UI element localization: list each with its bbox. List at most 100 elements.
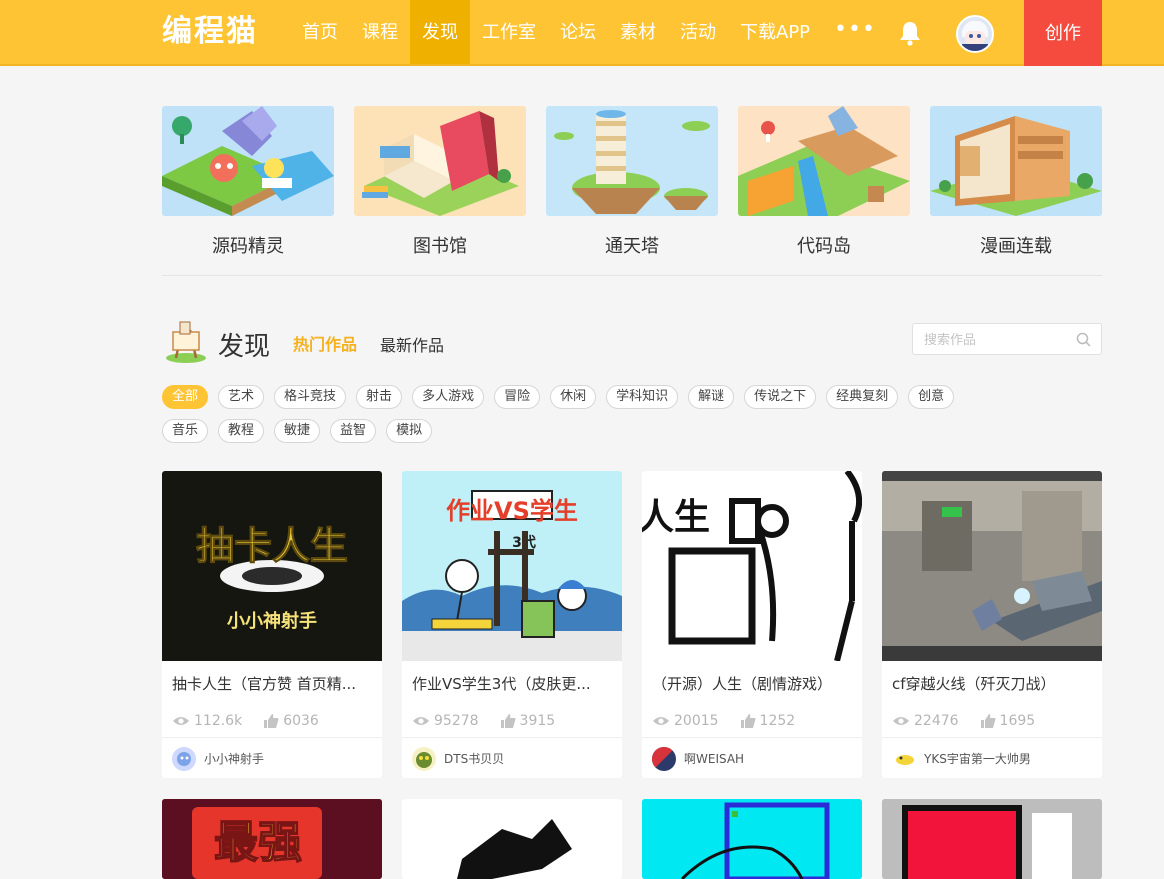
tag-tags_row2-4[interactable]: 模拟 — [386, 419, 433, 443]
feature-library[interactable]: 图书馆 — [354, 106, 526, 258]
work-stats: 95278 3915 — [402, 697, 622, 737]
feature-babel-tower[interactable]: 通天塔 — [546, 106, 718, 258]
nav-studio[interactable]: 工作室 — [470, 0, 548, 64]
work-thumbnail[interactable]: 人生 — [642, 471, 862, 661]
work-thumbnail[interactable] — [882, 471, 1102, 661]
feature-source-sprite[interactable]: 源码精灵 — [162, 106, 334, 258]
search-icon[interactable] — [1076, 332, 1091, 347]
view-count: 112.6k — [194, 713, 243, 729]
author-avatar[interactable] — [412, 746, 436, 771]
work-title[interactable]: 抽卡人生（官方赞 首页精... — [162, 661, 382, 697]
tag-tags_row1-9[interactable]: 传说之下 — [744, 385, 817, 409]
nav-download-app[interactable]: 下载APP — [728, 0, 822, 64]
tab-hot-works[interactable]: 热门作品 — [293, 331, 357, 355]
tag-tags_row2-3[interactable]: 益智 — [330, 419, 377, 443]
tag-tags_row1-3[interactable]: 射击 — [356, 385, 403, 409]
feature-label: 图书馆 — [413, 236, 467, 257]
eye-icon — [893, 717, 909, 725]
work-author[interactable]: 小小神射手 — [162, 737, 382, 778]
author-avatar[interactable] — [892, 746, 916, 771]
work-card[interactable]: 作业VS学生 3代 作业VS学生3代（皮肤更... 95278 3915 DTS… — [402, 471, 622, 778]
work-thumbnail[interactable] — [882, 799, 1102, 879]
tag-tags_row1-4[interactable]: 多人游戏 — [412, 385, 485, 409]
main-nav: 首页 课程 发现 工作室 论坛 素材 活动 下载APP ••• — [290, 0, 888, 64]
tag-row: 全部 艺术 格斗竞技 射击 多人游戏 冒险 休闲 学科知识 解谜 传说之下 经典复刻 创意 — [162, 385, 1062, 409]
tag-tags_row1-7[interactable]: 学科知识 — [606, 385, 679, 409]
author-avatar[interactable] — [172, 746, 196, 771]
work-card[interactable]: cf穿越火线（歼灭刀战） 22476 1695 YKS宇宙第一大帅男 — [882, 471, 1102, 778]
eye-icon — [413, 717, 429, 725]
view-count: 22476 — [914, 713, 959, 729]
work-card[interactable]: 人生 （开源）人生（剧情游戏） 20015 1252 啊WEISAH — [642, 471, 862, 778]
tag-tags_row2-1[interactable]: 教程 — [218, 419, 265, 443]
tag-tags_row1-10[interactable]: 经典复刻 — [826, 385, 899, 409]
feature-image — [546, 106, 718, 216]
more-icon[interactable]: ••• — [822, 0, 888, 64]
work-title[interactable]: cf穿越火线（歼灭刀战） — [882, 661, 1102, 697]
work-card[interactable]: 抽卡人生 小小神射手 抽卡人生（官方赞 首页精... 112.6k 6036 小… — [162, 471, 382, 778]
user-avatar[interactable] — [956, 15, 994, 53]
feature-image — [738, 106, 910, 216]
easel-icon — [166, 321, 206, 363]
category-tags: 全部 艺术 格斗竞技 射击 多人游戏 冒险 休闲 学科知识 解谜 传说之下 经典复刻 创意 音乐 教程敏… — [162, 385, 1062, 453]
tag-tags_row2-2[interactable]: 敏捷 — [274, 419, 321, 443]
feature-comic-series[interactable]: 漫画连载 — [930, 106, 1102, 258]
like-count: 3915 — [519, 713, 556, 729]
work-author[interactable]: YKS宇宙第一大帅男 — [882, 737, 1102, 778]
tag-tags_row1-0[interactable]: 全部 — [162, 385, 209, 409]
tag-tags_row1-5[interactable]: 冒险 — [494, 385, 541, 409]
nav-materials[interactable]: 素材 — [608, 0, 668, 64]
work-author[interactable]: 啊WEISAH — [642, 737, 862, 778]
like-count: 1695 — [999, 713, 1036, 729]
tag-tags_row1-11[interactable]: 创意 — [908, 385, 955, 409]
feature-section: 源码精灵 图书馆 通天塔 代码岛 漫画连载 — [162, 106, 1102, 276]
thumbs-up-icon — [264, 714, 279, 728]
tag-tags_row2-0[interactable]: 音乐 — [162, 419, 209, 443]
nav-discover[interactable]: 发现 — [410, 0, 470, 64]
thumb-title: 最强 — [214, 817, 302, 868]
nav-courses[interactable]: 课程 — [350, 0, 410, 64]
tag-tags_row1-8[interactable]: 解谜 — [688, 385, 735, 409]
logo[interactable]: 编程猫 — [162, 14, 258, 50]
feature-label: 代码岛 — [797, 236, 851, 257]
discover-title: 发现 — [218, 332, 271, 362]
thumbs-up-icon — [980, 714, 996, 728]
work-stats: 112.6k 6036 — [162, 697, 382, 737]
author-name[interactable]: 小小神射手 — [204, 750, 264, 767]
thumb-title: 人生 — [642, 497, 710, 538]
author-name[interactable]: YKS宇宙第一大帅男 — [924, 750, 1031, 767]
tag-tags_row1-2[interactable]: 格斗竞技 — [274, 385, 347, 409]
feature-image — [930, 106, 1102, 216]
feature-label: 漫画连载 — [980, 236, 1052, 257]
view-count: 20015 — [674, 713, 719, 729]
feature-image — [354, 106, 526, 216]
nav-home[interactable]: 首页 — [290, 0, 350, 64]
work-title[interactable]: 作业VS学生3代（皮肤更... — [402, 661, 622, 697]
work-title[interactable]: （开源）人生（剧情游戏） — [642, 661, 862, 697]
work-thumbnail[interactable] — [402, 799, 622, 879]
nav-forum[interactable]: 论坛 — [548, 0, 608, 64]
nav-events[interactable]: 活动 — [668, 0, 728, 64]
author-avatar[interactable] — [652, 746, 676, 771]
author-name[interactable]: 啊WEISAH — [684, 750, 744, 767]
thumbs-up-icon — [740, 714, 756, 728]
work-thumbnail[interactable] — [642, 799, 862, 879]
work-thumbnail[interactable]: 作业VS学生 3代 — [402, 471, 622, 661]
like-count: 1252 — [759, 713, 796, 729]
thumbs-up-icon — [500, 714, 516, 728]
work-author[interactable]: DTS书贝贝 — [402, 737, 622, 778]
feature-label: 源码精灵 — [212, 236, 284, 257]
search-input[interactable] — [913, 324, 1063, 354]
feature-image — [162, 106, 334, 216]
work-thumbnail[interactable]: 抽卡人生 小小神射手 — [162, 471, 382, 661]
tag-tags_row1-6[interactable]: 休闲 — [550, 385, 597, 409]
feature-code-island[interactable]: 代码岛 — [738, 106, 910, 258]
author-name[interactable]: DTS书贝贝 — [444, 750, 504, 767]
work-thumbnail[interactable]: 最强 — [162, 799, 382, 879]
work-stats: 22476 1695 — [882, 697, 1102, 737]
create-button[interactable]: 创作 — [1024, 0, 1102, 66]
tab-new-works[interactable]: 最新作品 — [380, 332, 444, 356]
search-box — [912, 323, 1102, 355]
bell-icon[interactable] — [898, 20, 922, 46]
tag-tags_row1-1[interactable]: 艺术 — [218, 385, 265, 409]
